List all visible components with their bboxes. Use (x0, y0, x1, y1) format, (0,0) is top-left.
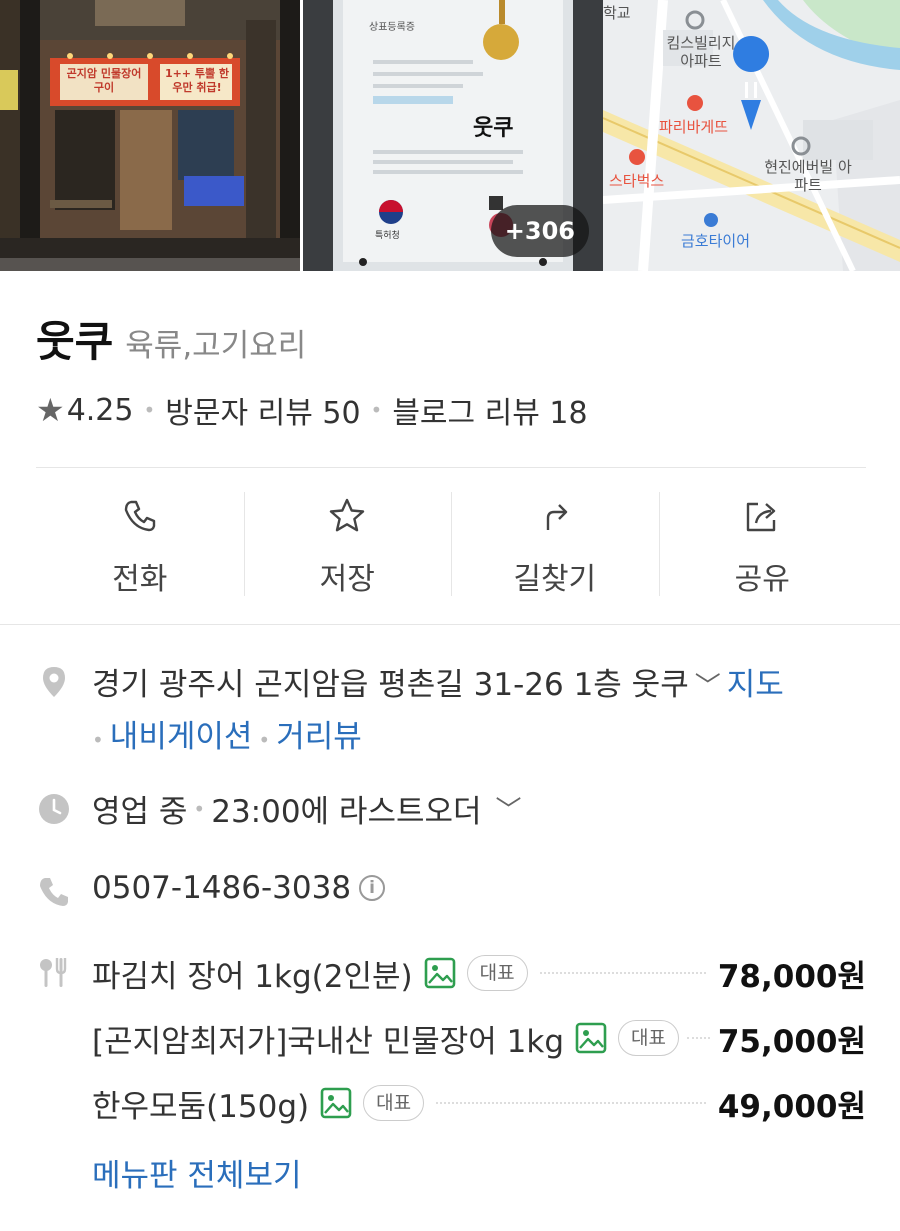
menu-item-price: 75,000원 (717, 1023, 866, 1060)
visitor-reviews-link[interactable]: 방문자 리뷰 50 (165, 388, 360, 432)
storefront-sign-right: 1++ 투뿔 한우만 취급! (164, 67, 230, 94)
share-button[interactable]: 공유 (658, 470, 867, 624)
menu-item-name: [곤지암최저가]국내산 민물장어 1kg (92, 1023, 565, 1060)
menu-item[interactable]: 파김치 장어 1kg(2인분) 대표 78,000원 (92, 945, 866, 1001)
dotted-leader (686, 1037, 710, 1039)
certificate-brand: 웃쿠 (473, 116, 514, 141)
certificate-title: 상표등록증 (369, 22, 415, 33)
section-divider (0, 624, 900, 625)
map-label-hyunjin-everville: 현진에버빌 아파트 (764, 158, 852, 194)
save-label: 저장 (319, 562, 375, 597)
phone-icon (124, 500, 155, 532)
map-label-kims-village: 킴스빌리지 아파트 (666, 34, 736, 70)
location-pin-icon (43, 667, 65, 697)
separator-dot: • (92, 728, 104, 752)
place-name: 웃쿠 (36, 317, 114, 366)
last-order-text: 23:00에 라스트오더 (211, 794, 482, 830)
map-label-kumho-tire: 금호타이어 (681, 232, 751, 250)
call-label: 전화 (112, 562, 168, 597)
map-label-school: 학교 (603, 4, 631, 22)
divider (36, 467, 866, 468)
directions-button[interactable]: 길찾기 (451, 470, 659, 624)
fork-knife-icon (40, 958, 67, 987)
directions-label: 길찾기 (513, 562, 597, 597)
storefront-illustration (0, 0, 300, 271)
representative-badge: 대표 (466, 955, 528, 991)
share-icon (747, 502, 776, 532)
map-link[interactable]: 지도 (727, 667, 784, 703)
menu-item[interactable]: [곤지암최저가]국내산 민물장어 1kg 대표 75,000원 (92, 1010, 866, 1066)
view-full-menu-link[interactable]: 메뉴판 전체보기 (92, 1150, 302, 1195)
map-illustration (603, 0, 900, 271)
photo-strip: 곤지암 민물장어구이 1++ 투뿔 한우만 취급! 상표등록증 웃쿠 특허청 +… (0, 0, 900, 271)
dotted-leader (436, 1102, 706, 1104)
navigation-link[interactable]: 내비게이션 (110, 719, 253, 755)
phone-icon (40, 878, 68, 906)
representative-badge: 대표 (618, 1020, 679, 1056)
separator-dot: • (370, 398, 383, 422)
map-label-starbucks: 스타벅스 (609, 172, 665, 190)
action-bar: 전화 저장 길찾기 공유 (36, 470, 866, 624)
open-status: 영업 중 (92, 794, 188, 830)
photo-icon[interactable] (423, 956, 457, 990)
phone-number[interactable]: 0507-1486-3038 (92, 870, 351, 906)
chevron-down-icon[interactable]: ﹀ (496, 790, 522, 827)
business-hours-row[interactable]: 영업 중 • 23:00에 라스트오더 ﹀ (92, 786, 528, 831)
rating-row: ★ 4.25 • 방문자 리뷰 50 • 블로그 리뷰 18 (36, 388, 588, 432)
separator-dot: • (143, 398, 156, 422)
clock-icon (39, 794, 69, 824)
separator-dot: • (193, 796, 206, 821)
certificate-issuer: 특허청 (375, 231, 400, 241)
blog-reviews-link[interactable]: 블로그 리뷰 18 (392, 388, 587, 432)
address-text: 경기 광주시 곤지암읍 평촌길 31-26 1층 웃쿠 (92, 667, 689, 703)
certificate-photo[interactable]: 상표등록증 웃쿠 특허청 +306 (303, 0, 603, 271)
address-block: 경기 광주시 곤지암읍 평촌길 31-26 1층 웃쿠 ﹀ 지도 • 내비게이션 • 거리… (92, 660, 872, 765)
chevron-down-icon[interactable]: ﹀ (695, 672, 721, 702)
separator-dot: • (258, 728, 271, 752)
representative-badge: 대표 (363, 1085, 425, 1121)
photo-icon[interactable] (319, 1086, 353, 1120)
more-photos-badge[interactable]: +306 (490, 205, 589, 257)
menu-item-price: 78,000원 (717, 958, 866, 995)
star-icon (330, 498, 365, 532)
menu-item[interactable]: 한우모둠(150g) 대표 49,000원 (92, 1075, 866, 1131)
star-rating-icon: ★ (36, 391, 65, 429)
map-thumbnail[interactable]: 학교 킴스빌리지 아파트 파리바게뜨 스타벅스 현진에버빌 아파트 금호타이어 (603, 0, 900, 271)
menu-item-name: 한우모둠(150g) (92, 1088, 310, 1125)
menu-item-name: 파김치 장어 1kg(2인분) (92, 958, 413, 995)
info-icon[interactable]: i (359, 875, 386, 901)
share-label: 공유 (734, 562, 790, 597)
directions-icon (546, 504, 567, 530)
save-button[interactable]: 저장 (243, 470, 452, 624)
menu-item-price: 49,000원 (717, 1088, 866, 1125)
rating-value: 4.25 (66, 392, 134, 428)
phone-row[interactable]: 0507-1486-3038 i (92, 870, 386, 906)
title-row: 웃쿠 육류,고기요리 (36, 308, 306, 369)
storefront-photo[interactable]: 곤지암 민물장어구이 1++ 투뿔 한우만 취급! (0, 0, 300, 271)
place-category: 육류,고기요리 (125, 328, 307, 364)
storefront-sign-left: 곤지암 민물장어구이 (66, 67, 142, 94)
photo-icon[interactable] (574, 1021, 608, 1055)
call-button[interactable]: 전화 (36, 470, 244, 624)
map-label-paris-baguette: 파리바게뜨 (659, 118, 729, 136)
street-view-link[interactable]: 거리뷰 (276, 719, 362, 755)
dotted-leader (539, 972, 706, 974)
